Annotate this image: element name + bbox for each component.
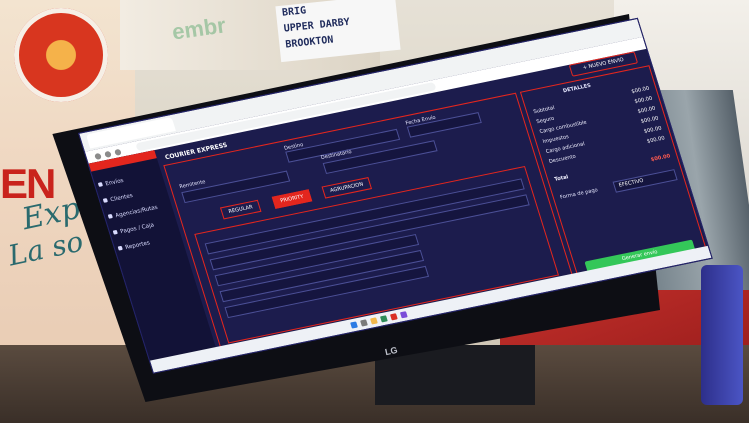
payment-value: EFECTIVO (618, 177, 645, 189)
sidebar-item-envios[interactable]: Envíos (97, 177, 125, 188)
summary-value: $00.00 (643, 125, 663, 135)
sidebar-item-label: Agencias/Rutas (114, 204, 159, 220)
tab-regular[interactable]: REGULAR (219, 199, 262, 220)
pen-holder (701, 265, 743, 405)
summary-value: $00.00 (637, 105, 657, 115)
summary-label: Descuento (548, 153, 577, 166)
sidebar-item-agencias[interactable]: Agencias/Rutas (107, 204, 159, 220)
tab-priority[interactable]: PRIORITY (271, 189, 313, 209)
summary-title: DETALLES (562, 82, 592, 95)
fecha-field[interactable] (406, 111, 482, 138)
summary-label: Seguro (535, 115, 556, 126)
user-icon (102, 198, 108, 203)
tab-agrupacion[interactable]: AGRUPACION (321, 177, 373, 199)
browser-icon[interactable] (379, 315, 388, 323)
sidebar-item-pagos[interactable]: Pagos / Caja (112, 222, 155, 236)
summary-value: $00.00 (630, 85, 651, 96)
report-icon (117, 245, 123, 251)
sidebar-item-label: Pagos / Caja (119, 222, 155, 236)
app-icon[interactable] (399, 311, 408, 319)
summary-label: Impuestos (542, 133, 570, 146)
poster-badge (14, 8, 108, 102)
payment-select[interactable]: EFECTIVO (612, 169, 678, 193)
folder-icon[interactable] (370, 317, 378, 325)
windows-start-icon[interactable] (350, 321, 358, 329)
total-value: $00.00 (650, 153, 672, 164)
note-line-2: UPPER DARBY (283, 16, 351, 35)
sidebar-item-label: Clientes (109, 192, 134, 204)
box-icon (97, 182, 104, 187)
note-line-1: BRIG (281, 5, 307, 19)
photo-scene: EN Expr La so embr BRIG UPPER DARBY BROO… (0, 0, 749, 423)
summary-value: $00.00 (633, 95, 654, 106)
summary-value: $00.00 (640, 115, 660, 125)
poster-script-text-2: La so (5, 224, 87, 273)
sidebar-item-clientes[interactable]: Clientes (102, 192, 134, 204)
route-icon (107, 213, 113, 219)
total-label: Total (553, 174, 570, 183)
summary-value: $00.00 (646, 135, 666, 145)
summary-label: Subtotal (532, 104, 556, 116)
sidebar-item-label: Reportes (124, 240, 151, 252)
sidebar-item-label: Envíos (104, 177, 125, 188)
search-icon[interactable] (360, 319, 368, 327)
sidebar-item-reportes[interactable]: Reportes (117, 240, 151, 252)
note-line-3: BROOKTON (284, 34, 334, 51)
payment-label: Forma de pago (559, 187, 599, 201)
cash-icon (112, 229, 118, 235)
chrome-icon[interactable] (389, 313, 398, 321)
